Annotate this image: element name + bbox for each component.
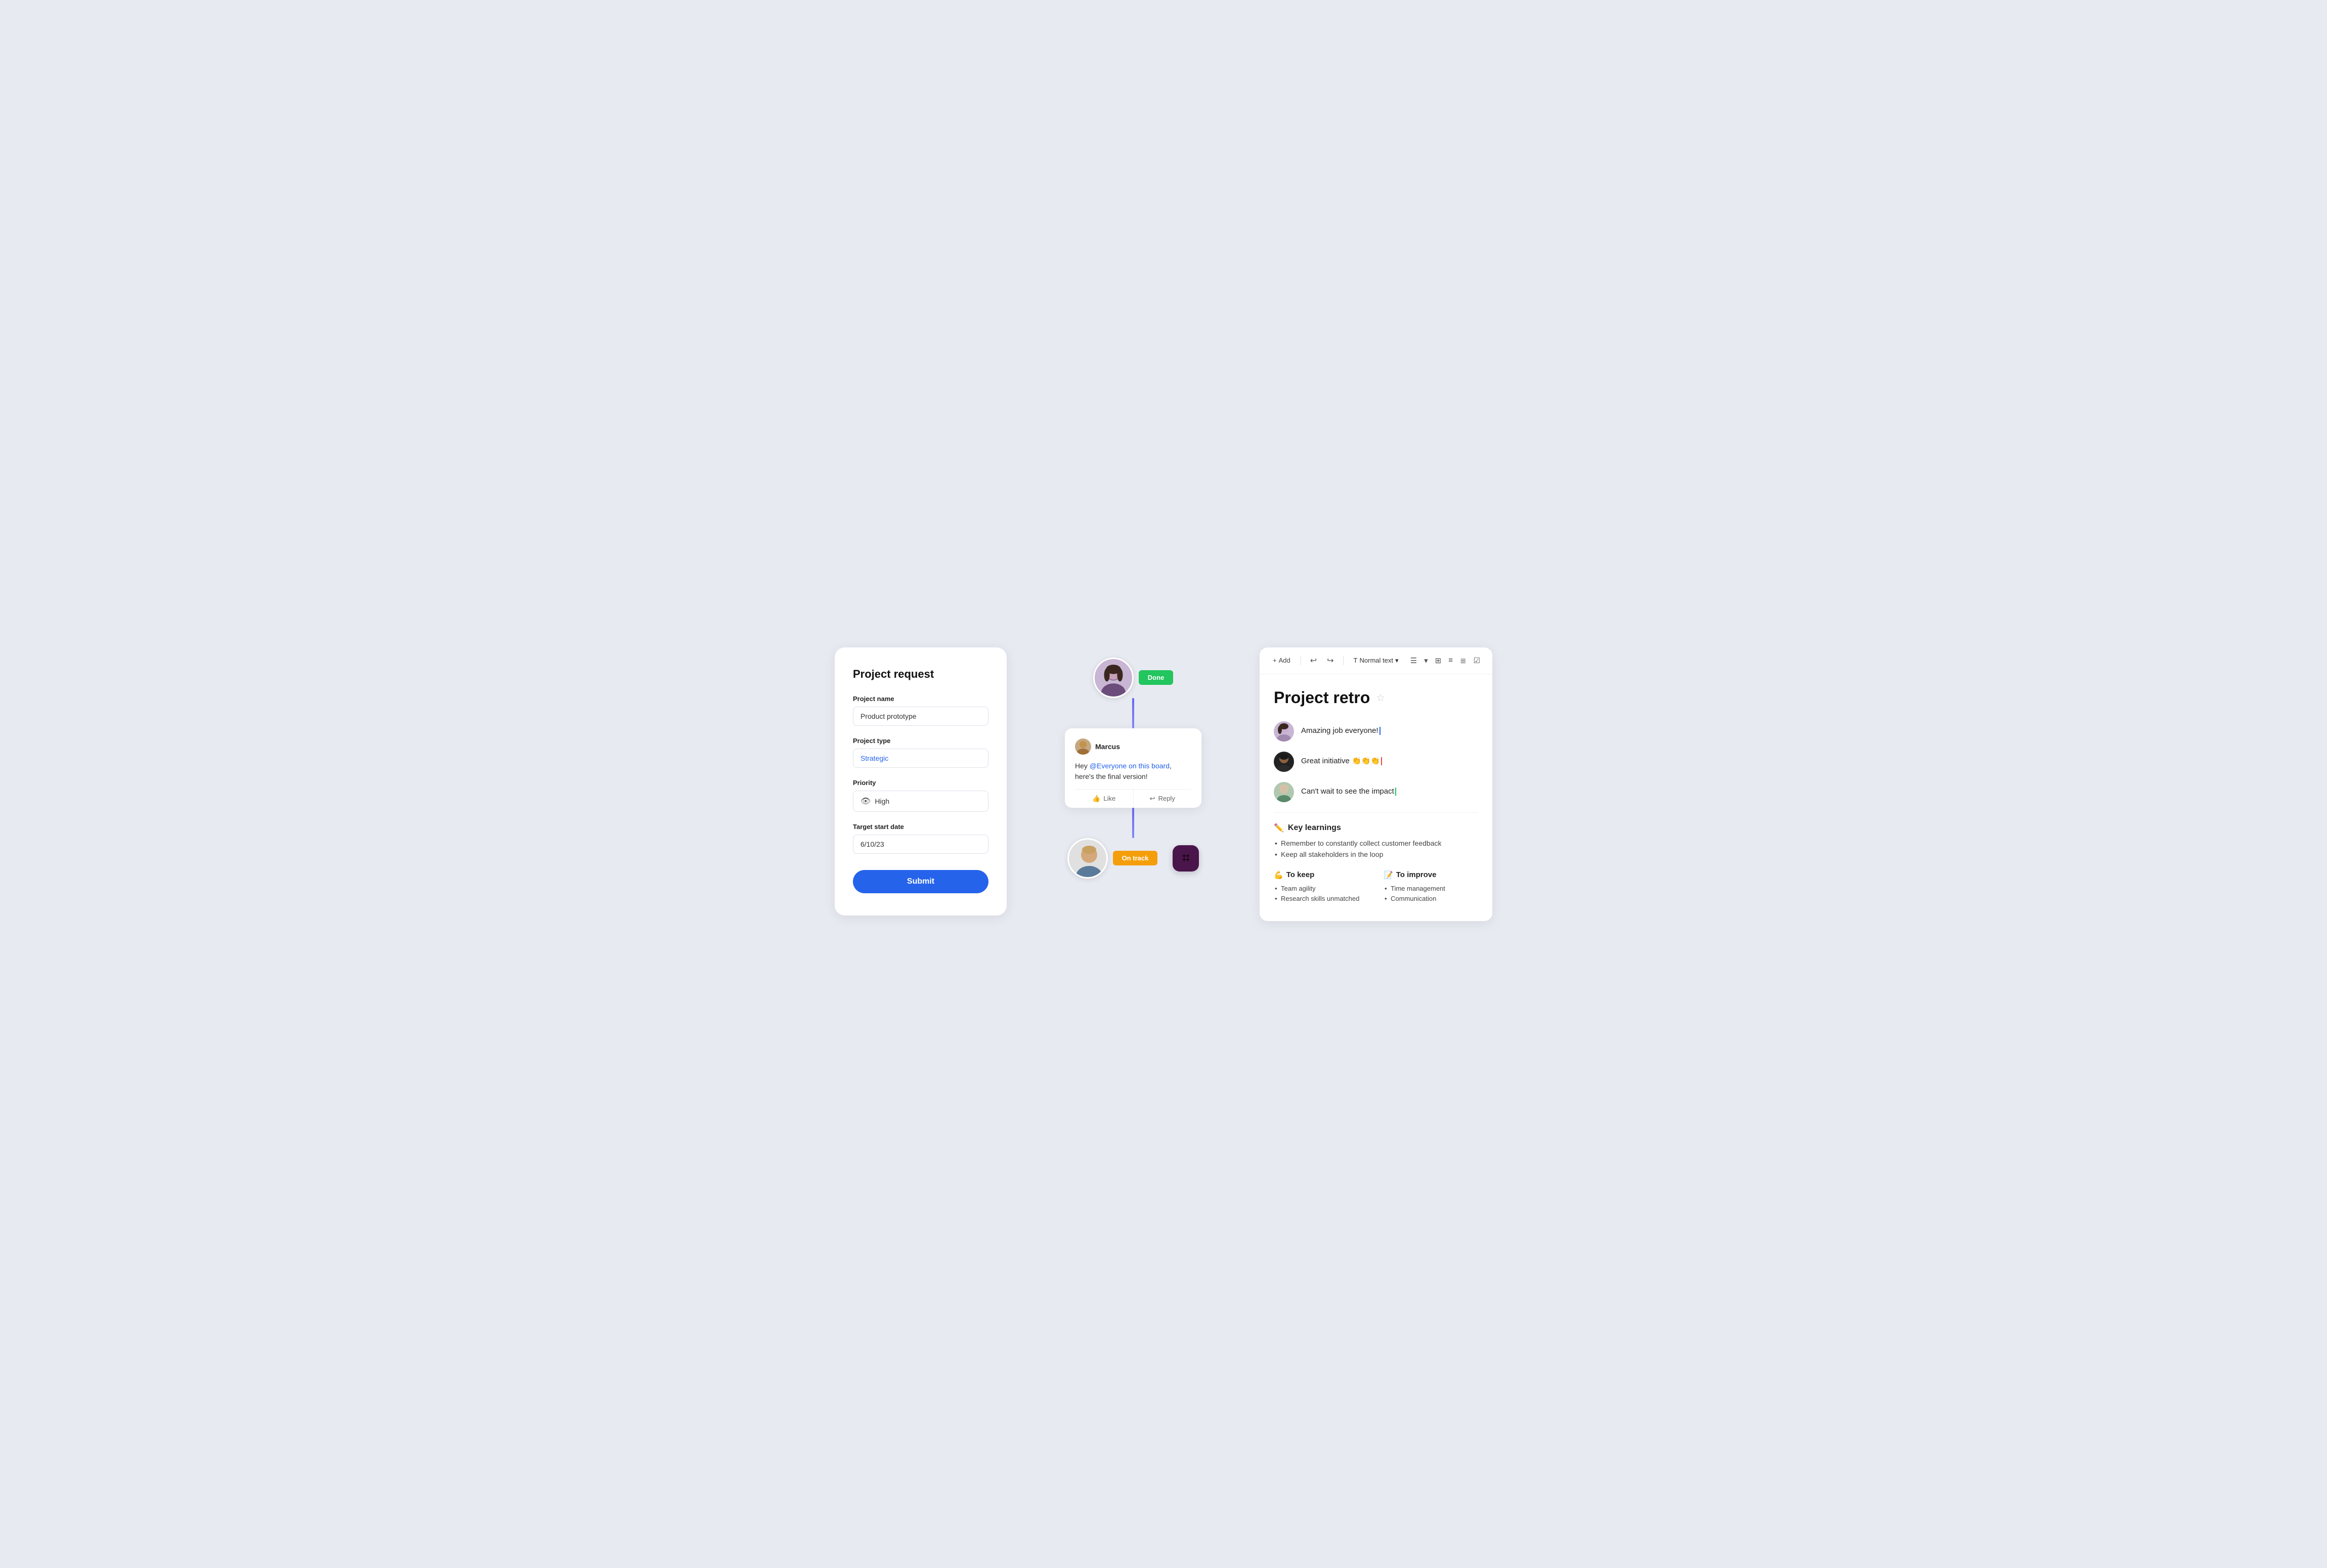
chevron-down-icon: ▾: [1395, 657, 1399, 665]
bullet-list-button[interactable]: ≡: [1445, 654, 1456, 667]
cursor-3: [1395, 788, 1396, 796]
numbered-list-button[interactable]: ≣: [1457, 654, 1470, 667]
priority-value: High: [875, 797, 889, 805]
project-type-group: Project type: [853, 737, 988, 768]
to-improve-heading: 📝 To improve: [1384, 870, 1478, 880]
improve-icon: 📝: [1384, 870, 1393, 880]
like-icon: 👍: [1092, 795, 1100, 803]
redo-button[interactable]: ↪: [1324, 654, 1337, 668]
cursor-1: [1380, 727, 1381, 735]
cursor-2: [1381, 757, 1382, 765]
target-date-input[interactable]: [853, 835, 988, 854]
improve-item-2: Communication: [1391, 895, 1478, 902]
retro-title-row: Project retro ☆: [1274, 688, 1478, 707]
avatar-woman: [1093, 658, 1134, 698]
text-type-selector[interactable]: T Normal text ▾: [1350, 655, 1403, 667]
comment-author-row: Marcus: [1075, 738, 1191, 755]
project-name-label: Project name: [853, 695, 988, 703]
priority-input[interactable]: 👁 High: [853, 791, 988, 812]
section-divider: [1274, 812, 1478, 813]
priority-label: Priority: [853, 779, 988, 787]
second-avatar-row: On track ⌗: [1067, 838, 1199, 879]
slack-icon: ⌗: [1173, 845, 1199, 872]
chevron-down-icon-btn[interactable]: ▾: [1421, 654, 1431, 667]
reply-button[interactable]: ↩ Reply: [1134, 790, 1192, 808]
toolbar-icon-group: ☰ ▾ ⊞ ≡ ≣ ☑: [1407, 654, 1483, 667]
submit-button[interactable]: Submit: [853, 870, 988, 893]
thread-text-3: Can't wait to see the impact: [1301, 782, 1478, 798]
thread-avatar-3: [1274, 782, 1294, 802]
text-type-icon: T: [1354, 657, 1358, 664]
key-learnings-heading: ✏️ Key learnings: [1274, 823, 1478, 833]
like-label: Like: [1103, 795, 1115, 802]
avatar-man: [1067, 838, 1108, 879]
thread-3: Can't wait to see the impact: [1274, 782, 1478, 802]
pencil-icon: ✏️: [1274, 823, 1284, 833]
keep-item-1: Team agility: [1281, 885, 1368, 892]
eye-icon: 👁: [860, 796, 871, 806]
page-wrapper: Project request Project name Project typ…: [835, 647, 1492, 921]
retro-content: Project retro ☆ Amazing job everyone!: [1260, 674, 1492, 921]
thread-avatar-1: [1274, 721, 1294, 742]
comment-mention[interactable]: @Everyone on this board: [1090, 762, 1170, 770]
reply-label: Reply: [1158, 795, 1175, 802]
toolbar-divider-2: [1343, 656, 1344, 665]
project-name-group: Project name: [853, 695, 988, 726]
star-icon[interactable]: ☆: [1376, 691, 1385, 704]
on-track-badge: On track: [1113, 851, 1158, 865]
undo-button[interactable]: ↩: [1307, 654, 1320, 668]
muscle-icon: 💪: [1274, 870, 1283, 880]
retro-title: Project retro: [1274, 688, 1370, 707]
two-col: 💪 To keep Team agility Research skills u…: [1274, 870, 1478, 905]
target-date-label: Target start date: [853, 823, 988, 831]
text-type-label: Normal text: [1360, 657, 1393, 664]
keep-item-2: Research skills unmatched: [1281, 895, 1368, 902]
target-date-group: Target start date: [853, 823, 988, 854]
learning-item-1: Remember to constantly collect customer …: [1281, 839, 1478, 847]
comment-author-name: Marcus: [1095, 743, 1120, 751]
to-keep-col: 💪 To keep Team agility Research skills u…: [1274, 870, 1368, 905]
add-button[interactable]: + Add: [1269, 655, 1295, 666]
comment-prefix: Hey: [1075, 762, 1090, 770]
priority-group: Priority 👁 High: [853, 779, 988, 812]
retro-card: + Add ↩ ↪ T Normal text ▾ ☰ ▾ ⊞ ≡ ≣ ☑: [1260, 647, 1492, 921]
form-card: Project request Project name Project typ…: [835, 647, 1007, 916]
project-name-input[interactable]: [853, 707, 988, 726]
connector-line-top: [1132, 698, 1134, 728]
learning-item-2: Keep all stakeholders in the loop: [1281, 850, 1478, 858]
add-label: Add: [1279, 657, 1290, 664]
key-learnings-section: ✏️ Key learnings Remember to constantly …: [1274, 823, 1478, 858]
like-button[interactable]: 👍 Like: [1075, 790, 1134, 808]
checklist-button[interactable]: ☑: [1471, 654, 1483, 667]
thread-2: Great initiative 👏👏👏: [1274, 752, 1478, 772]
reply-icon: ↩: [1150, 795, 1155, 803]
improve-item-1: Time management: [1391, 885, 1478, 892]
project-type-label: Project type: [853, 737, 988, 745]
to-keep-heading: 💪 To keep: [1274, 870, 1368, 880]
comment-body: Hey @Everyone on this board, here's the …: [1075, 761, 1191, 782]
project-type-input[interactable]: [853, 749, 988, 768]
form-title: Project request: [853, 668, 988, 681]
middle-section: Done Marcus Hey @Everyone on this board,…: [1027, 647, 1239, 879]
comment-card: Marcus Hey @Everyone on this board, here…: [1065, 728, 1201, 808]
connector-line-bottom: [1132, 808, 1134, 838]
done-badge: Done: [1139, 670, 1174, 685]
to-improve-col: 📝 To improve Time management Communicati…: [1384, 870, 1478, 905]
plus-icon: +: [1273, 657, 1277, 664]
thread-1: Amazing job everyone!: [1274, 721, 1478, 742]
done-avatar-row: Done: [1093, 658, 1174, 698]
columns-icon-button[interactable]: ⊞: [1432, 654, 1445, 667]
comment-actions: 👍 Like ↩ Reply: [1075, 789, 1191, 808]
retro-toolbar: + Add ↩ ↪ T Normal text ▾ ☰ ▾ ⊞ ≡ ≣ ☑: [1260, 647, 1492, 674]
thread-avatar-2: [1274, 752, 1294, 772]
align-icon-button[interactable]: ☰: [1407, 654, 1420, 667]
thread-text-1: Amazing job everyone!: [1301, 721, 1478, 737]
comment-avatar: [1075, 738, 1091, 755]
thread-text-2: Great initiative 👏👏👏: [1301, 752, 1478, 767]
